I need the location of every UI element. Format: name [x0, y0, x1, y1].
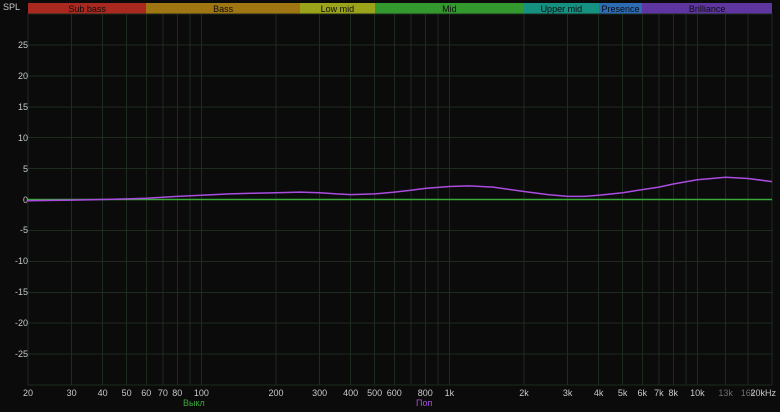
y-tick-label: -25	[0, 349, 28, 359]
y-tick-label: 0	[0, 195, 28, 205]
eq-curve-Поп	[28, 177, 772, 201]
legend-preset-label[interactable]: Поп	[416, 398, 432, 408]
x-tick-label: 2k	[504, 388, 544, 398]
x-tick-label: 20kHz	[736, 388, 776, 398]
x-tick-label: 1k	[429, 388, 469, 398]
y-tick-label: -20	[0, 318, 28, 328]
y-tick-label: -10	[0, 256, 28, 266]
y-tick-label: 15	[0, 102, 28, 112]
y-tick-label: -15	[0, 287, 28, 297]
y-tick-label: 20	[0, 71, 28, 81]
y-tick-label: 5	[0, 164, 28, 174]
frequency-response-plot	[0, 0, 780, 412]
x-tick-label: 20	[8, 388, 48, 398]
y-tick-label: 25	[0, 40, 28, 50]
equalizer-frequency-response-panel: SPL Sub bassBassLow midMidUpper midPrese…	[0, 0, 780, 412]
legend-off-label[interactable]: Выкл	[183, 398, 205, 408]
x-tick-label: 200	[256, 388, 296, 398]
x-tick-label: 100	[181, 388, 221, 398]
y-tick-label: 10	[0, 133, 28, 143]
y-tick-label: -5	[0, 225, 28, 235]
